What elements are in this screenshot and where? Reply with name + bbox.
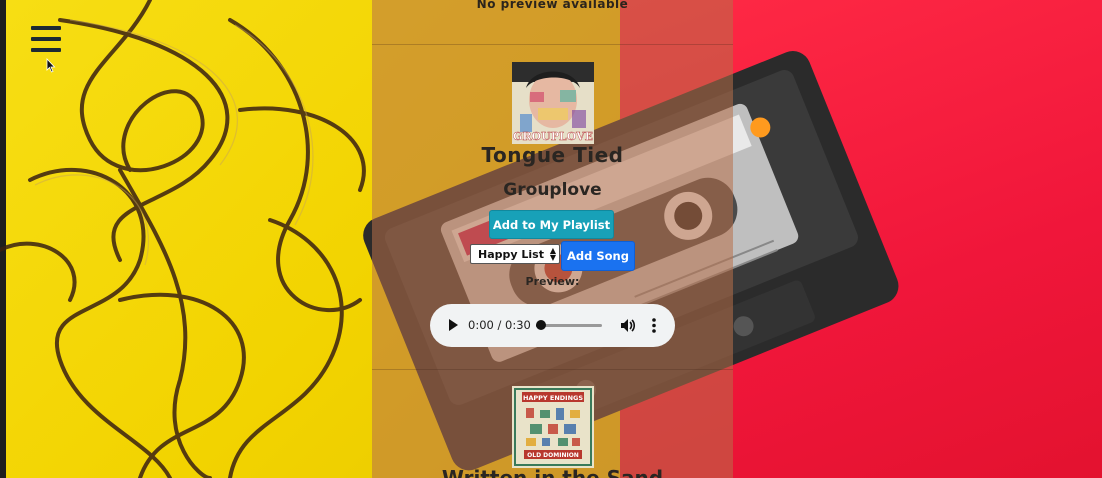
song-divider: [372, 369, 733, 370]
next-song-title: Written in the Sand: [441, 466, 664, 478]
song-title: Tongue Tied: [481, 143, 624, 167]
cover-text-top: HAPPY ENDINGS: [523, 394, 583, 402]
album-cover-old-dominion: HAPPY ENDINGS OLD DOMINION: [512, 386, 594, 468]
audio-player: 0:00 / 0:30: [430, 304, 675, 347]
no-preview-text: No preview available: [476, 0, 629, 11]
audio-seek-thumb[interactable]: [536, 320, 546, 330]
song-divider: [372, 44, 733, 45]
hamburger-menu-icon[interactable]: [31, 26, 61, 52]
play-icon[interactable]: [445, 317, 461, 333]
cover-text-bottom: OLD DOMINION: [527, 452, 579, 459]
album-cover-grouplove: GROUPLOVE: [512, 62, 594, 144]
preview-label: Preview:: [525, 275, 580, 288]
mouse-cursor-icon: [46, 58, 56, 73]
cover-logo-text: GROUPLOVE: [513, 130, 593, 143]
audio-time: 0:00 / 0:30: [468, 318, 531, 332]
playlist-select[interactable]: Happy List ▲ ▼: [470, 244, 560, 264]
playlist-select-value: Happy List: [478, 248, 544, 261]
add-to-playlist-button[interactable]: Add to My Playlist: [489, 210, 614, 239]
song-artist: Grouplove: [503, 180, 602, 200]
add-song-button[interactable]: Add Song: [561, 241, 635, 271]
volume-icon[interactable]: [619, 317, 637, 334]
select-arrows-icon: ▲ ▼: [549, 246, 556, 262]
more-options-icon[interactable]: [649, 317, 659, 334]
